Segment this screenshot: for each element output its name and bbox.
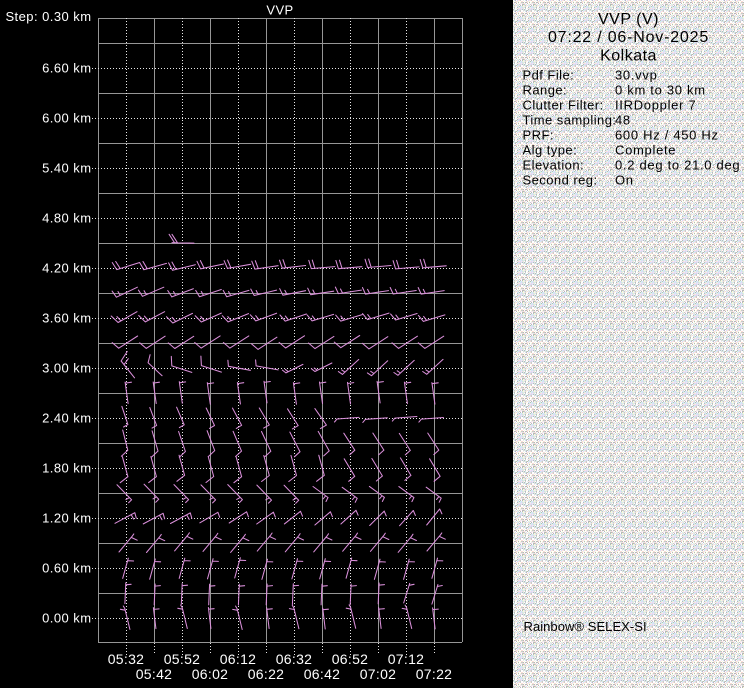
svg-text:0.2 deg to 21.0 deg: 0.2 deg to 21.0 deg [615,157,740,172]
svg-text:06:12: 06:12 [220,651,257,667]
svg-text:4.80 km: 4.80 km [42,211,91,226]
svg-text:48: 48 [615,112,631,127]
svg-text:Kolkata: Kolkata [600,48,657,65]
svg-text:07:12: 07:12 [388,651,425,667]
svg-text:06:22: 06:22 [248,666,285,682]
svg-text:Complete: Complete [615,142,676,157]
svg-text:05:42: 05:42 [136,666,173,682]
svg-text:07:22: 07:22 [416,666,453,682]
svg-text:1.80 km: 1.80 km [42,461,91,476]
svg-text:30.vvp: 30.vvp [615,67,658,82]
svg-text:Time sampling:: Time sampling: [523,112,617,127]
svg-text:4.20 km: 4.20 km [42,261,91,276]
svg-text:Range:: Range: [523,82,568,97]
svg-text:0.00 km: 0.00 km [42,611,91,626]
svg-text:Alg type:: Alg type: [523,142,578,157]
svg-text:06:02: 06:02 [192,666,229,682]
svg-text:05:32: 05:32 [108,651,145,667]
svg-text:Pdf File:: Pdf File: [523,67,575,82]
svg-text:06:42: 06:42 [304,666,341,682]
svg-text:6.00 km: 6.00 km [42,111,91,126]
svg-text:VVP: VVP [266,3,293,18]
svg-text:05:52: 05:52 [164,651,201,667]
svg-text:Elevation:: Elevation: [523,157,585,172]
svg-text:Rainbow® SELEX-SI: Rainbow® SELEX-SI [524,619,647,634]
svg-text:07:22 / 06-Nov-2025: 07:22 / 06-Nov-2025 [548,29,709,46]
svg-text:3.60 km: 3.60 km [42,311,91,326]
svg-text:06:52: 06:52 [332,651,369,667]
svg-text:07:02: 07:02 [360,666,397,682]
svg-text:Clutter Filter:: Clutter Filter: [523,97,604,112]
svg-text:VVP (V): VVP (V) [598,11,659,28]
svg-text:On: On [615,172,634,187]
svg-text:2.40 km: 2.40 km [42,411,91,426]
svg-text:Second reg:: Second reg: [523,172,598,187]
svg-text:3.00 km: 3.00 km [42,361,91,376]
svg-text:0.60 km: 0.60 km [42,561,91,576]
svg-text:5.40 km: 5.40 km [42,161,91,176]
svg-text:0 km to 30 km: 0 km to 30 km [615,82,706,97]
svg-text:06:32: 06:32 [276,651,313,667]
svg-text:IIRDoppler 7: IIRDoppler 7 [615,97,696,112]
svg-text:Step: 0.30 km: Step: 0.30 km [5,9,91,24]
svg-text:6.60 km: 6.60 km [42,61,91,76]
svg-text:1.20 km: 1.20 km [42,511,91,526]
svg-text:PRF:: PRF: [523,127,554,142]
svg-text:600 Hz / 450 Hz: 600 Hz / 450 Hz [615,127,719,142]
